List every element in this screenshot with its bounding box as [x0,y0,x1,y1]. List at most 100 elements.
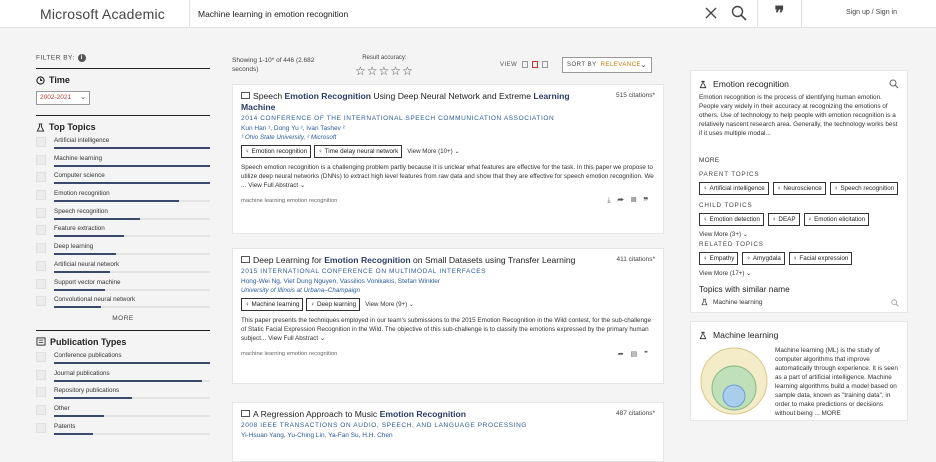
paper-authors[interactable]: Hong-Wei Ng, Viet Dung Nguyen, Vassilios… [241,277,655,286]
clear-search-button[interactable] [703,5,719,21]
related-view-more[interactable]: View More (17+) ⌄ [699,270,899,277]
checkbox[interactable] [36,225,46,236]
paper-affiliations[interactable]: University of Illinois at Urbana–Champai… [241,286,655,295]
checkbox[interactable] [36,404,46,415]
title-text: Speech [253,91,285,101]
checkbox[interactable] [36,351,46,362]
topic-icon [699,80,707,88]
child-topic-tag[interactable]: DEAP [767,213,800,226]
child-view-more[interactable]: View More (3+) ⌄ [699,231,899,238]
view-full-abstract[interactable]: View Full Abstract ⌄ [268,335,325,342]
checkbox[interactable] [36,278,46,289]
topic-filter-item[interactable]: Feature extraction [36,224,210,242]
filter-by-label: FILTER BY: [36,54,75,62]
topic-filter-item[interactable]: Computer science [36,171,210,189]
topic-filter-item[interactable]: Emotion recognition [36,189,210,207]
related-topic-tag[interactable]: Empathy [699,252,739,265]
topic-tag[interactable]: Machine learning [241,298,304,311]
view-more-tags[interactable]: View More (10+) ⌄ [407,148,459,155]
sort-select[interactable]: SORT BY RELEVANCE ⌄ [562,57,652,73]
topic-filter-label: Feature extraction [54,225,105,233]
top-bar: Microsoft Academic ❞ Sign up / Sign in [0,0,936,28]
view-full-abstract[interactable]: View Full Abstract ⌄ [248,182,305,189]
paper-affiliations[interactable]: ¹ Ohio State University, ² Microsoft [241,133,655,142]
paper-authors[interactable]: Yi-Hsuan Yang, Yu-Ching Lin, Ya-Fan Su, … [241,431,655,440]
topic-filter-item[interactable]: Machine learning [36,154,210,172]
topic-title[interactable]: Emotion recognition [699,79,899,89]
topic-filter-item[interactable]: Speech recognition [36,207,210,225]
child-topic-tag[interactable]: Emotion detection [699,213,764,226]
topic-tag[interactable]: Time delay neural network [314,145,403,158]
topic-filter-item[interactable]: Artificial neural network [36,260,210,278]
citation-count[interactable]: 515 citations* [616,92,655,99]
view-more-tags[interactable]: View More (9+) ⌄ [365,301,414,308]
signin-link[interactable]: Sign up / Sign in [846,9,897,16]
checkbox[interactable] [36,190,46,201]
paper-venue[interactable]: 2014 CONFERENCE OF THE INTERNATIONAL SPE… [241,114,655,123]
pub-type-filter-bar-track [54,414,210,417]
accuracy-stars[interactable]: ☆☆☆☆☆ [355,64,414,78]
checkbox[interactable] [36,243,46,254]
related-topic-tag[interactable]: Facial expression [788,252,853,265]
search-icon[interactable] [891,299,899,307]
checkbox[interactable] [36,296,46,307]
brand-logo[interactable]: Microsoft Academic [40,6,165,22]
topic-tag[interactable]: Emotion recognition [241,145,312,158]
pub-type-filter-item[interactable]: Patents [36,422,210,440]
time-section-title: Time [36,75,210,85]
paper-title[interactable]: Deep Learning for Emotion Recognition on… [241,255,581,266]
year-range-select[interactable]: 2002-2021 ⌄ [36,91,90,105]
child-topic-tag[interactable]: Emotion elicitation [803,213,870,226]
citation-count[interactable]: 487 citations* [616,410,655,417]
pub-type-filter-item[interactable]: Conference publications [36,351,210,369]
checkbox[interactable] [36,207,46,218]
checkbox[interactable] [36,154,46,165]
save-icon[interactable]: ▤ [631,197,643,204]
search-button[interactable] [730,4,748,22]
topic-filter-item[interactable]: Support vector machine [36,278,210,296]
similar-topic-item[interactable]: Machine learning [699,298,899,307]
ml-topic-title[interactable]: Machine learning [699,330,899,340]
checkbox[interactable] [36,369,46,380]
info-icon[interactable]: i [77,54,86,62]
share-icon[interactable]: ➦ [617,197,631,204]
pub-type-filter-item[interactable]: Repository publications [36,386,210,404]
cite-icon[interactable]: ❞ [644,351,655,358]
paper-title[interactable]: Speech Emotion Recognition Using Deep Ne… [241,91,581,113]
topic-filter-item[interactable]: Convolutional neural network [36,295,210,313]
more-topics-link[interactable]: MORE [36,315,210,322]
topic-filter-item[interactable]: Deep learning [36,242,210,260]
paper-authors[interactable]: Kun Han ¹, Dong Yu ², Ivan Tashev ² [241,124,655,133]
compact-view-icon[interactable] [541,61,548,68]
checkbox[interactable] [36,260,46,271]
topic-filter-item[interactable]: Artificial intelligence [36,136,210,154]
topic-filter-bar-fill [54,164,210,167]
pub-type-filter-item[interactable]: Journal publications [36,369,210,387]
divider [36,115,210,116]
citation-count[interactable]: 411 citations* [616,256,655,263]
parent-topic-tag[interactable]: Artificial intelligence [699,182,769,195]
checkbox[interactable] [36,137,46,147]
related-topic-tag[interactable]: Amygdala [742,252,785,265]
checkbox[interactable] [36,422,46,433]
share-icon[interactable]: ➦ [618,351,631,358]
download-icon[interactable]: ⤓ [607,197,617,204]
checkbox[interactable] [36,387,46,398]
parent-topic-tag[interactable]: Neuroscience [772,182,826,195]
topic-tag[interactable]: Deep learning [306,298,361,311]
save-icon[interactable]: ▤ [631,351,645,358]
paper-venue[interactable]: 2008 IEEE TRANSACTIONS ON AUDIO, SPEECH,… [241,421,655,430]
paper-venue[interactable]: 2015 INTERNATIONAL CONFERENCE ON MULTIMO… [241,267,655,276]
search-icon[interactable] [889,79,899,89]
paper-title[interactable]: A Regression Approach to Music Emotion R… [241,409,581,420]
checkbox[interactable] [36,172,46,183]
cite-icon[interactable]: ❞ [643,197,655,204]
card-view-icon[interactable] [531,61,538,68]
topic-more-link[interactable]: MORE [699,157,899,164]
citation-button[interactable]: ❞ [757,0,802,28]
parent-topic-tag[interactable]: Speech recognition [829,182,899,195]
search-input[interactable] [198,6,678,22]
list-view-icon[interactable] [521,61,528,68]
pub-type-filter-bar-fill [54,432,93,435]
pub-type-filter-item[interactable]: Other [36,404,210,422]
